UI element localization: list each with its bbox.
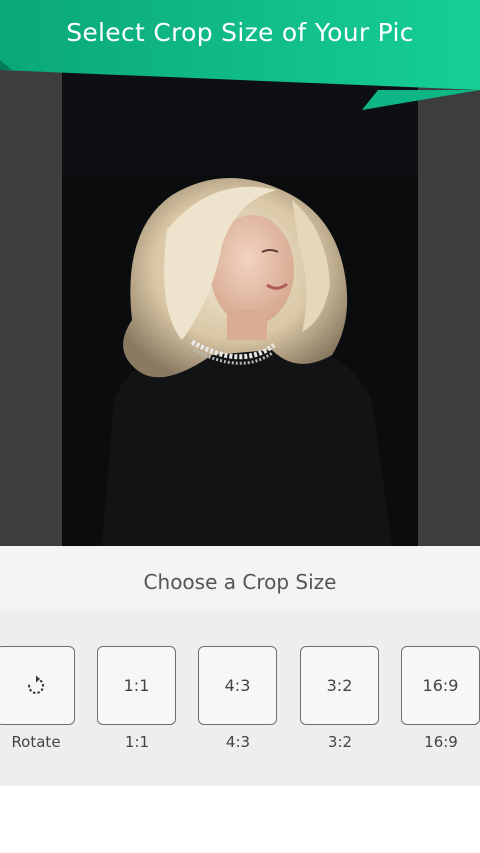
option-label: 3:2 bbox=[327, 733, 353, 751]
ratio-4-3-button[interactable]: 4:3 bbox=[198, 646, 277, 725]
option-3-2[interactable]: 3:2 3:2 bbox=[300, 646, 380, 751]
ratio-3-2-button[interactable]: 3:2 bbox=[300, 646, 379, 725]
option-label: 4:3 bbox=[225, 733, 251, 751]
option-label: 1:1 bbox=[124, 733, 150, 751]
option-label: 16:9 bbox=[424, 733, 458, 751]
option-label: Rotate bbox=[11, 733, 61, 751]
header-ribbon bbox=[0, 0, 480, 110]
panel-title-bar: Choose a Crop Size bbox=[0, 546, 480, 611]
crop-options-bar: Rotate 1:1 1:1 4:3 4:3 3:2 3:2 16:9 16:9 bbox=[0, 611, 480, 786]
option-4-3[interactable]: 4:3 4:3 bbox=[198, 646, 278, 751]
photo-preview[interactable] bbox=[62, 70, 418, 546]
photo-image bbox=[62, 70, 418, 546]
option-1-1[interactable]: 1:1 1:1 bbox=[97, 646, 177, 751]
rotate-button[interactable] bbox=[0, 646, 75, 725]
rotate-icon bbox=[27, 675, 44, 694]
crop-panel: Choose a Crop Size Rotate 1:1 1:1 4:3 4:… bbox=[0, 546, 480, 853]
option-rotate[interactable]: Rotate bbox=[0, 646, 76, 751]
header-banner: Select Crop Size of Your Pic bbox=[0, 0, 480, 112]
page-title: Select Crop Size of Your Pic bbox=[66, 18, 414, 47]
option-16-9[interactable]: 16:9 16:9 bbox=[401, 646, 480, 751]
ratio-16-9-button[interactable]: 16:9 bbox=[401, 646, 480, 725]
panel-title: Choose a Crop Size bbox=[143, 570, 337, 594]
ratio-1-1-button[interactable]: 1:1 bbox=[97, 646, 176, 725]
